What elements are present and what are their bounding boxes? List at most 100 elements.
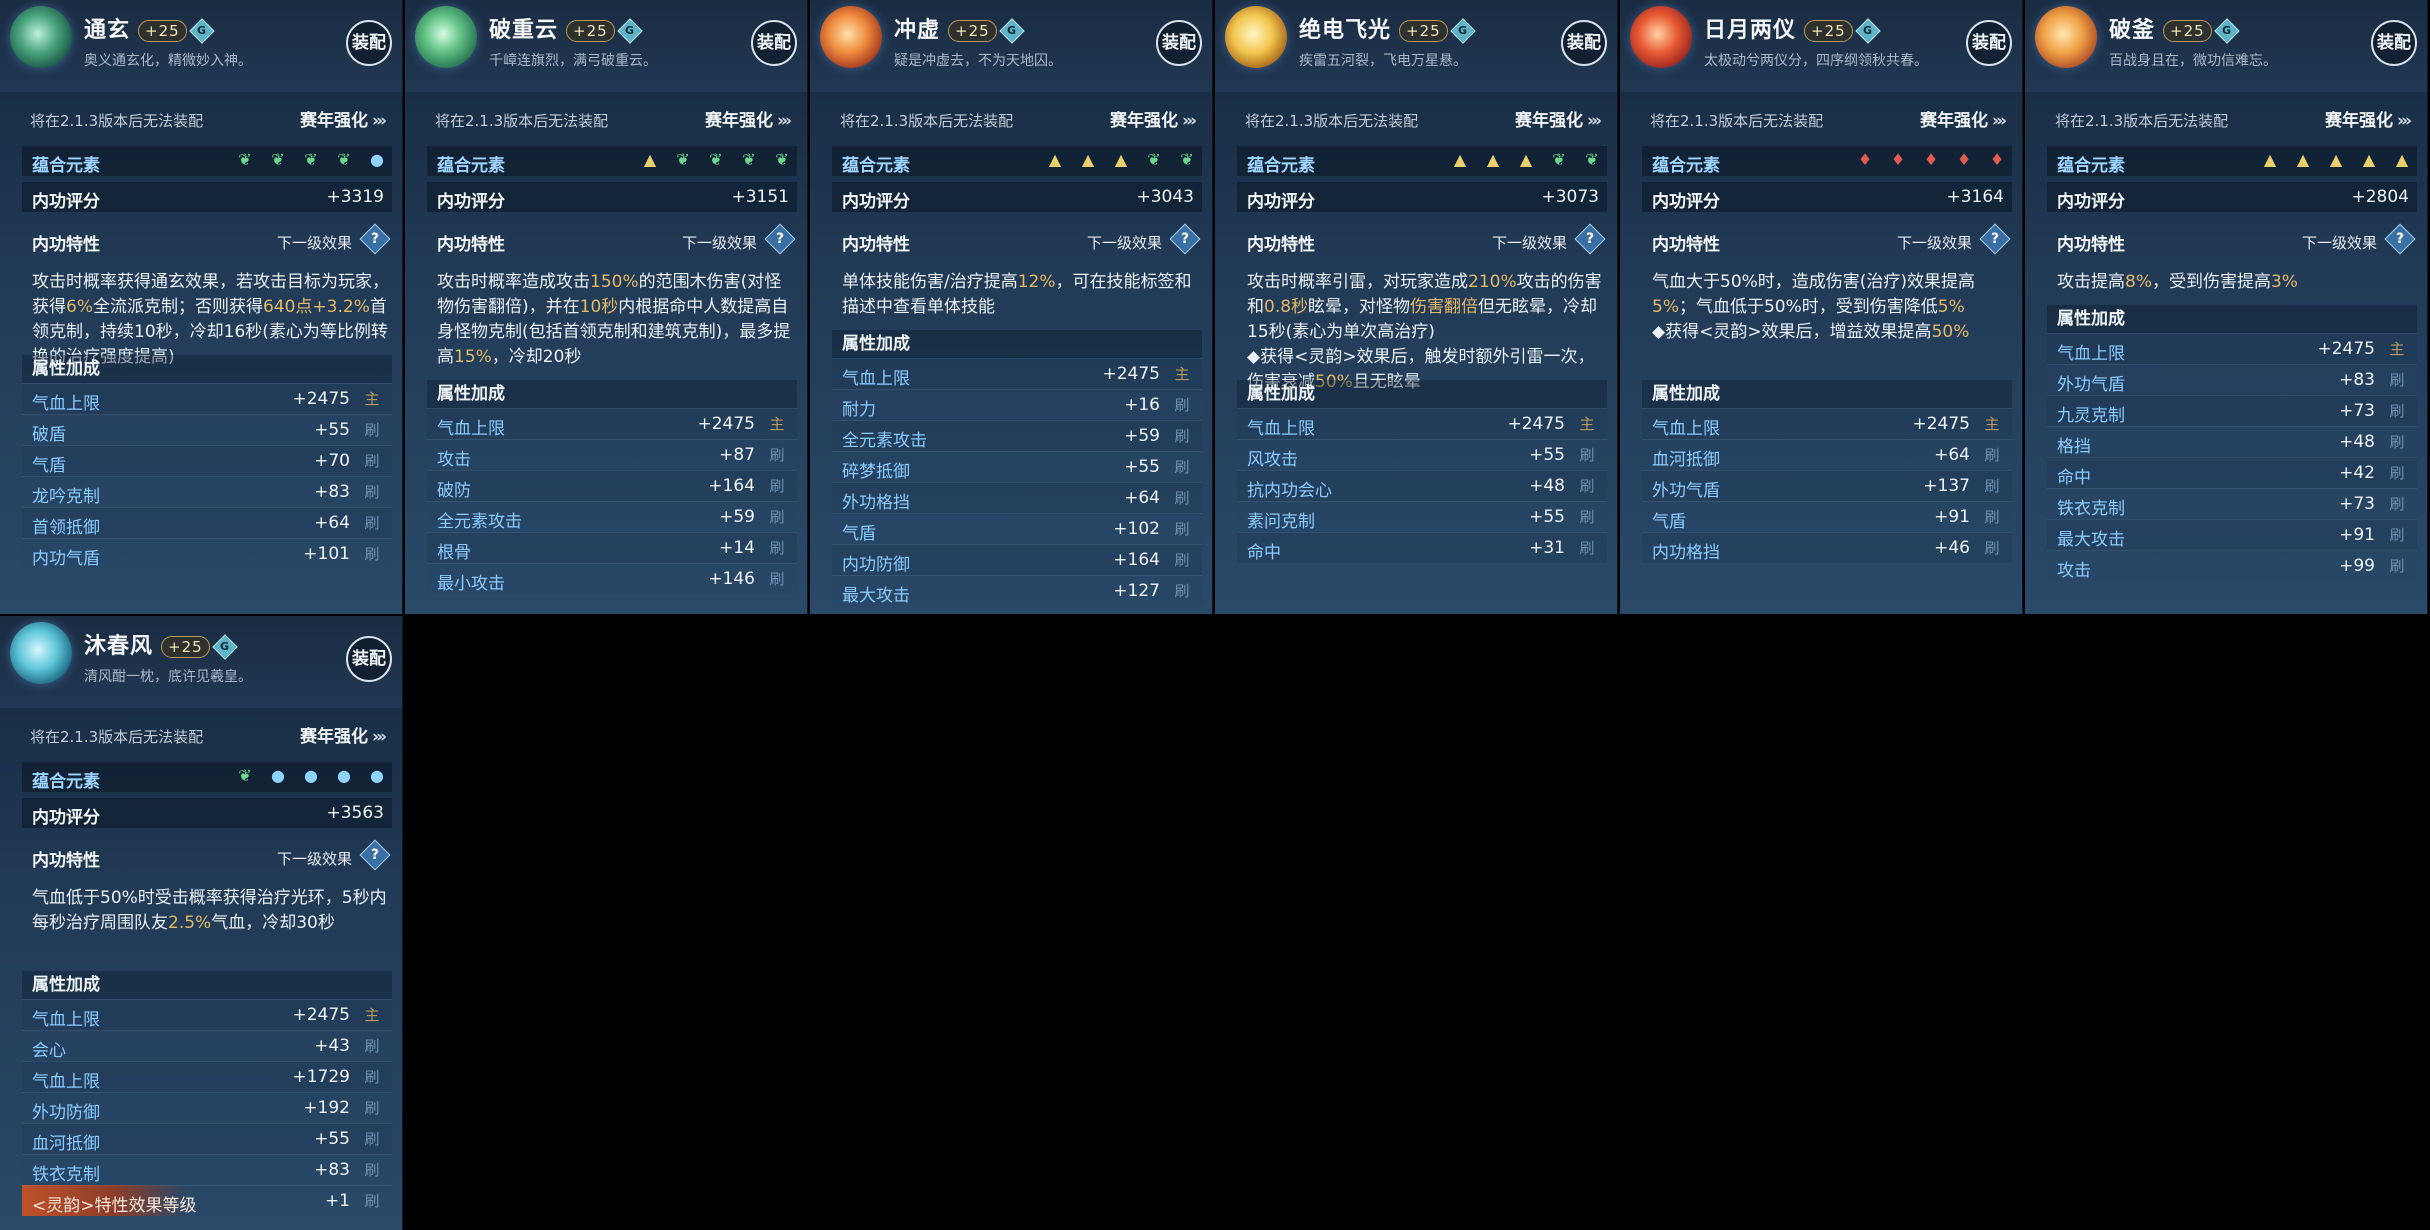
chevrons-right-icon: ›››: [2396, 111, 2412, 131]
neigong-motto: 百战身且在，微功信难忘。: [2109, 53, 2277, 69]
attribute-value: +14: [719, 538, 755, 558]
attribute-panel: 属性加成 气血上限 +2475 主耐力 +16 刷全元素攻击 +59 刷碎梦抵御 +55 刷外功格…: [832, 330, 1202, 606]
season-enhance-label: 赛年强化: [1109, 111, 1178, 131]
grade-gem-icon: G: [616, 18, 643, 44]
attribute-name: 血河抵御: [1652, 450, 1720, 470]
level-badge: +25: [566, 20, 615, 42]
next-level-link[interactable]: 下一级效果: [2302, 232, 2377, 253]
season-enhance-label: 赛年强化: [299, 727, 368, 747]
tri-element-icon: ▲: [2395, 150, 2409, 169]
neigong-motto: 疑是冲虚去，不为天地囚。: [894, 53, 1062, 69]
trait-text: ；气血低于50%时，受到伤害降低: [1678, 297, 1938, 317]
attribute-panel: 属性加成 气血上限 +2475 主攻击 +87 刷破防 +164 刷全元素攻击 +59 刷根骨 +1…: [427, 380, 797, 594]
attribute-panel: 属性加成 气血上限 +2475 主会心 +43 刷气血上限 +1729 刷外功防御 +192 刷血…: [22, 971, 392, 1216]
trait-highlight-value: 12%: [1017, 272, 1056, 292]
score-label: 内功评分: [437, 192, 505, 212]
attribute-name: 气血上限: [32, 1010, 100, 1030]
attribute-value: +64: [1934, 445, 1970, 465]
trait-text: 全流派克制；否则获得: [92, 297, 263, 317]
attribute-row: 气血上限 +2475 主: [22, 383, 392, 414]
attribute-value: +46: [1934, 538, 1970, 558]
refine-stat-icon: 刷: [2389, 526, 2405, 544]
attribute-row: 血河抵御 +64 刷: [1642, 439, 2012, 470]
help-icon[interactable]: ?: [764, 223, 796, 255]
refine-stat-icon: 刷: [1174, 396, 1190, 414]
help-icon[interactable]: ?: [1979, 223, 2011, 255]
help-icon[interactable]: ?: [359, 223, 391, 255]
expiry-notice: 将在2.1.3版本后无法装配: [2055, 112, 2229, 130]
element-icons: ▲ ❦ ❦ ❦ ❦: [641, 151, 791, 169]
next-level-link[interactable]: 下一级效果: [682, 232, 757, 253]
tri-element-icon: ▲: [643, 150, 657, 169]
neigong-name: 日月两仪 +25 G: [1704, 12, 1881, 44]
help-icon[interactable]: ?: [359, 839, 391, 871]
attribute-name: 全元素攻击: [842, 431, 927, 451]
equip-button[interactable]: 装配: [346, 20, 392, 66]
grade-gem-icon: G: [188, 18, 215, 44]
refine-stat-icon: 刷: [2389, 402, 2405, 420]
attribute-panel: 属性加成 气血上限 +2475 主血河抵御 +64 刷外功气盾 +137 刷气盾 +91 刷内功格…: [1642, 380, 2012, 563]
season-enhance-link[interactable]: 赛年强化 ›››: [705, 106, 792, 131]
chevrons-right-icon: ›››: [371, 727, 387, 747]
attribute-value: +2475: [697, 414, 755, 434]
help-icon[interactable]: ?: [2384, 223, 2416, 255]
attribute-value: +99: [2339, 556, 2375, 576]
attribute-value: +2475: [1102, 364, 1160, 384]
next-level-link[interactable]: 下一级效果: [1087, 232, 1162, 253]
season-enhance-label: 赛年强化: [299, 111, 368, 131]
season-enhance-link[interactable]: 赛年强化 ›››: [299, 106, 387, 131]
season-enhance-link[interactable]: 赛年强化 ›››: [2325, 106, 2412, 131]
attribute-name: 命中: [2057, 468, 2091, 488]
elements-row: 蕴合元素 ▲ ▲ ▲ ❦ ❦: [832, 146, 1202, 176]
card-header: 通玄 +25 G 奥义通玄化，精微妙入神。 装配: [0, 0, 402, 92]
attribute-list: 气血上限 +2475 主风攻击 +55 刷抗内功会心 +48 刷素问克制 +55 刷命中 +31 刷: [1237, 408, 1607, 563]
attribute-value: +83: [314, 482, 350, 502]
card-header: 破重云 +25 G 千嶂连旗烈，满弓破重云。 装配: [405, 0, 807, 92]
trait-highlight-value: 640点+3.2%: [262, 297, 370, 317]
trait-text: 攻击提高: [2057, 272, 2125, 292]
equip-button[interactable]: 装配: [1561, 20, 1607, 66]
season-enhance-link[interactable]: 赛年强化 ›››: [299, 722, 387, 747]
refine-stat-icon: 刷: [364, 1161, 380, 1179]
attribute-value: +48: [1529, 476, 1565, 496]
leaf-element-icon: ❦: [1585, 150, 1599, 169]
elements-row: 蕴合元素 ❦ ❦ ❦ ❦ ●: [22, 146, 392, 176]
expiry-notice: 将在2.1.3版本后无法装配: [840, 112, 1014, 130]
season-enhance-link[interactable]: 赛年强化 ›››: [1109, 106, 1197, 131]
season-enhance-link[interactable]: 赛年强化 ›››: [1515, 106, 1602, 131]
attribute-row: 命中 +31 刷: [1237, 532, 1607, 563]
trait-row: 内功特性 下一级效果?: [1642, 223, 2012, 255]
main-stat-icon: 主: [1984, 415, 2000, 433]
attribute-row: 铁衣克制 +73 刷: [2047, 488, 2417, 519]
equip-button[interactable]: 装配: [2371, 20, 2417, 66]
trait-highlight-value: 5%: [1937, 297, 1965, 317]
leaf-element-icon: ❦: [271, 150, 285, 169]
equip-button[interactable]: 装配: [1156, 20, 1202, 66]
neigong-motto: 奥义通玄化，精微妙入神。: [84, 53, 252, 69]
trait-description: 攻击时概率引雷，对玩家造成210%攻击的伤害和0.8秒眩晕，对怪物伤害翻倍但无眩…: [1247, 270, 1607, 395]
attribute-name: <灵韵>特性效果等级: [32, 1196, 197, 1216]
next-level-link[interactable]: 下一级效果: [1897, 232, 1972, 253]
equip-button[interactable]: 装配: [751, 20, 797, 66]
next-level-link[interactable]: 下一级效果: [277, 848, 352, 869]
attribute-value: +2475: [1912, 414, 1970, 434]
next-level-link[interactable]: 下一级效果: [277, 232, 352, 253]
refine-stat-icon: 刷: [364, 545, 380, 563]
season-enhance-link[interactable]: 赛年强化 ›››: [1920, 106, 2007, 131]
neigong-name: 破重云 +25 G: [489, 12, 643, 44]
trait-row: 内功特性 下一级效果?: [427, 223, 797, 255]
equip-button[interactable]: 装配: [346, 636, 392, 682]
expiry-notice: 将在2.1.3版本后无法装配: [30, 728, 204, 746]
equip-button[interactable]: 装配: [1966, 20, 2012, 66]
refine-stat-icon: 刷: [364, 1068, 380, 1086]
neigong-title: 沐春风: [84, 634, 154, 659]
attribute-name: 九灵克制: [2057, 406, 2125, 426]
attribute-title: 属性加成: [1237, 380, 1607, 408]
question-mark-glyph: ?: [1585, 231, 1595, 247]
next-level-link[interactable]: 下一级效果: [1492, 232, 1567, 253]
help-icon[interactable]: ?: [1169, 223, 1201, 255]
attribute-value: +48: [2339, 432, 2375, 452]
help-icon[interactable]: ?: [1574, 223, 1606, 255]
attribute-name: 气血上限: [2057, 344, 2125, 364]
refine-stat-icon: 刷: [2389, 495, 2405, 513]
